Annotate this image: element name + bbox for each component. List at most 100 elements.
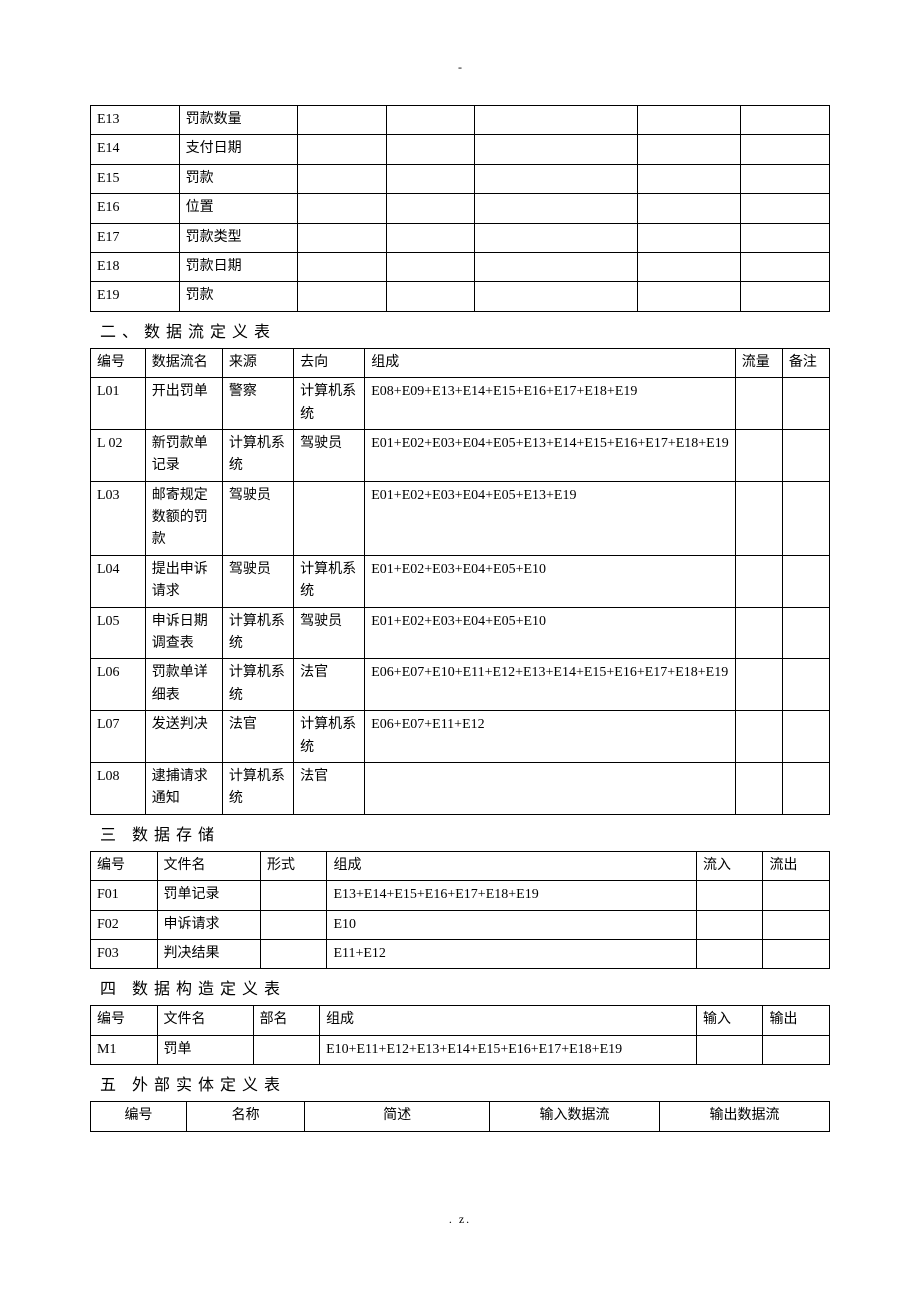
data-cell: L05 [91,607,146,659]
data-cell [386,282,475,311]
header-cell: 来源 [222,348,293,377]
data-cell: E06+E07+E10+E11+E12+E13+E14+E15+E16+E17+… [365,659,735,711]
data-cell [782,378,829,430]
data-cell [637,164,740,193]
header-cell: 编号 [91,1102,187,1131]
data-cell [763,939,830,968]
data-cell [735,378,782,430]
table-row: L08逮捕请求通知计算机系统法官 [91,762,830,814]
data-cell: 计算机系统 [222,429,293,481]
data-cell [782,607,829,659]
data-cell: F02 [91,910,158,939]
data-cell [297,223,386,252]
data-cell: 法官 [294,659,365,711]
data-cell [386,164,475,193]
table-row: L05申诉日期调查表计算机系统驾驶员E01+E02+E03+E04+E05+E1… [91,607,830,659]
data-cell: E11+E12 [327,939,697,968]
data-cell [741,106,830,135]
header-cell: 简述 [305,1102,490,1131]
table-3-datastore: 编号文件名形式组成流入流出F01罚单记录E13+E14+E15+E16+E17+… [90,851,830,970]
data-cell [735,429,782,481]
data-cell: 计算机系统 [294,711,365,763]
data-cell [735,481,782,555]
data-cell [260,881,327,910]
data-cell [782,762,829,814]
table-row: E16位置 [91,194,830,223]
heading-3: 三 数据存储 [100,821,830,845]
data-cell: L01 [91,378,146,430]
data-cell: E01+E02+E03+E04+E05+E10 [365,607,735,659]
header-cell: 流入 [696,851,763,880]
data-cell [741,135,830,164]
data-cell: E13 [91,106,180,135]
data-cell [782,711,829,763]
data-cell: E19 [91,282,180,311]
data-cell: E18 [91,252,180,281]
header-cell: 去向 [294,348,365,377]
data-cell: 逮捕请求通知 [145,762,222,814]
data-cell [637,135,740,164]
data-cell [637,194,740,223]
data-cell [475,282,638,311]
header-cell: 输入 [696,1006,763,1035]
table-row: E19罚款 [91,282,830,311]
data-cell: E16 [91,194,180,223]
data-cell [741,194,830,223]
data-cell [735,711,782,763]
data-cell: 发送判决 [145,711,222,763]
header-cell: 流量 [735,348,782,377]
data-cell [696,910,763,939]
header-cell: 文件名 [157,1006,253,1035]
header-cell: 组成 [320,1006,697,1035]
data-cell [475,164,638,193]
table-5-external-entity: 编号 名称 简述 输入数据流 输出数据流 [90,1101,830,1131]
data-cell: E15 [91,164,180,193]
data-cell: 罚款 [179,164,297,193]
table-row: 编号数据流名来源去向组成流量备注 [91,348,830,377]
page-top-marker: - [90,60,830,75]
data-cell [696,939,763,968]
data-cell: 提出申诉请求 [145,555,222,607]
data-cell: E17 [91,223,180,252]
table-row: E18罚款日期 [91,252,830,281]
data-cell: E08+E09+E13+E14+E15+E16+E17+E18+E19 [365,378,735,430]
header-cell: 形式 [260,851,327,880]
table-row: L01开出罚单警察计算机系统E08+E09+E13+E14+E15+E16+E1… [91,378,830,430]
table-2-dataflow: 编号数据流名来源去向组成流量备注L01开出罚单警察计算机系统E08+E09+E1… [90,348,830,815]
data-cell [386,194,475,223]
table-row: F03判决结果E11+E12 [91,939,830,968]
table-row: M1罚单E10+E11+E12+E13+E14+E15+E16+E17+E18+… [91,1035,830,1064]
header-cell: 编号 [91,851,158,880]
data-cell [782,429,829,481]
table-4-datastruct: 编号文件名部名组成输入输出M1罚单E10+E11+E12+E13+E14+E15… [90,1005,830,1065]
data-cell [253,1035,320,1064]
data-cell [386,252,475,281]
data-cell [735,607,782,659]
header-cell: 名称 [187,1102,305,1131]
data-cell: F03 [91,939,158,968]
data-cell [294,481,365,555]
data-cell [735,659,782,711]
data-cell [297,252,386,281]
data-cell [763,1035,830,1064]
table-row: E13罚款数量 [91,106,830,135]
data-cell [782,659,829,711]
data-cell: 计算机系统 [294,555,365,607]
heading-5: 五 外部实体定义表 [100,1071,830,1095]
data-cell: 申诉请求 [157,910,260,939]
data-cell: 罚款数量 [179,106,297,135]
data-cell: L04 [91,555,146,607]
data-cell: E06+E07+E11+E12 [365,711,735,763]
data-cell: 警察 [222,378,293,430]
data-cell [475,106,638,135]
heading-2: 二、数据流定义表 [100,318,830,342]
header-cell: 输出 [763,1006,830,1035]
data-cell [741,164,830,193]
data-cell [735,762,782,814]
data-cell: E01+E02+E03+E04+E05+E13+E14+E15+E16+E17+… [365,429,735,481]
data-cell: 申诉日期调查表 [145,607,222,659]
data-cell [637,252,740,281]
data-cell: 新罚款单记录 [145,429,222,481]
data-cell: 罚款类型 [179,223,297,252]
header-cell: 备注 [782,348,829,377]
